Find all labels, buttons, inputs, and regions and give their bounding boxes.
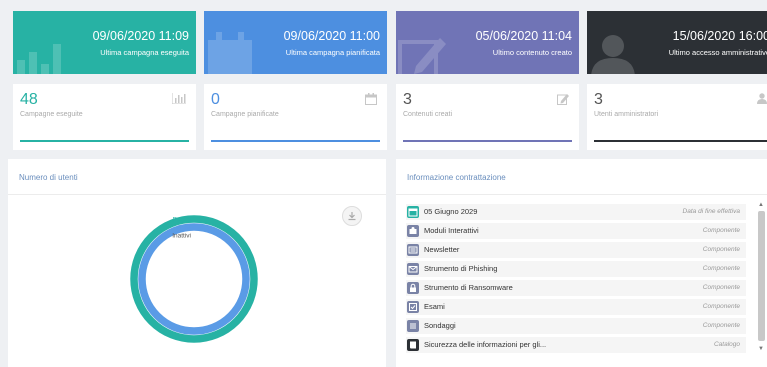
contract-item-type: Catalogo — [713, 341, 740, 348]
calendar-icon — [208, 32, 252, 74]
contract-info-row[interactable]: Strumento di Phishing Componente — [406, 261, 746, 277]
contract-item-type: Data di fine effettiva — [682, 208, 740, 215]
stat-underline — [403, 140, 572, 142]
calendar-icon — [365, 93, 377, 105]
users-donut-chart: PagatiAttiviInattivi — [130, 215, 258, 343]
hero-date: 09/06/2020 11:09 — [92, 29, 189, 43]
newspaper-icon — [407, 244, 419, 256]
hero-card-last-campaign-run: 09/06/2020 11:09 Ultima campagna eseguit… — [13, 11, 196, 74]
lock-icon — [407, 282, 419, 294]
contract-item-type: Componente — [702, 303, 740, 310]
panel-title: Informazione contrattazione — [407, 173, 506, 182]
donut-label: Pagati — [173, 217, 191, 224]
contract-item-type: Componente — [702, 227, 740, 234]
calendar-icon — [407, 206, 419, 218]
stat-label: Contenuti creati — [403, 111, 453, 118]
stat-underline — [20, 140, 189, 142]
contract-item-type: Componente — [702, 265, 740, 272]
scrollbar[interactable]: ▲ ▼ — [757, 201, 765, 356]
stat-value: 3 — [594, 91, 603, 108]
contract-item-name: Newsletter — [424, 245, 460, 254]
stat-value: 48 — [20, 91, 38, 108]
donut-ring-pagati[interactable] — [130, 215, 258, 343]
stat-card-campaigns-planned: 0 Campagne pianificate — [204, 84, 387, 150]
stat-label: Campagne eseguite — [20, 111, 83, 118]
edit-icon — [557, 94, 569, 105]
donut-label: Inattivi — [172, 233, 191, 240]
puzzle-icon — [407, 225, 419, 237]
donut-label: Attivi — [177, 225, 191, 232]
user-icon — [591, 35, 635, 74]
list-icon — [407, 320, 419, 332]
scroll-up-arrow-icon[interactable]: ▲ — [757, 201, 765, 209]
hero-label: Ultima campagna pianificata — [285, 48, 380, 57]
stat-card-admin-users: 3 Utenti amministratori — [587, 84, 767, 150]
hero-label: Ultima campagna eseguita — [100, 48, 189, 57]
stat-underline — [594, 140, 767, 142]
contract-info-row[interactable]: Newsletter Componente — [406, 242, 746, 258]
hero-card-last-content-created: 05/06/2020 11:04 Ultimo contenuto creato — [396, 11, 579, 74]
stat-card-campaigns-executed: 48 Campagne eseguite — [13, 84, 196, 150]
user-icon — [757, 93, 767, 104]
envelope-icon — [407, 263, 419, 275]
contract-item-name: Sicurezza delle informazioni per gli... — [424, 340, 547, 349]
contract-info-panel: Informazione contrattazione 05 Giugno 20… — [396, 159, 767, 367]
contract-info-row[interactable]: Moduli Interattivi Componente — [406, 223, 746, 239]
stat-underline — [211, 140, 380, 142]
contract-info-row[interactable]: Sicurezza delle informazioni per gli... C… — [406, 337, 746, 353]
contract-item-type: Componente — [702, 246, 740, 253]
contract-info-row[interactable]: 05 Giugno 2029 Data di fine effettiva — [406, 204, 746, 220]
contract-info-row[interactable]: Esami Componente — [406, 299, 746, 315]
bar-chart-icon — [172, 93, 186, 104]
stat-label: Campagne pianificate — [211, 111, 279, 118]
contract-info-row[interactable]: Strumento di Ransomware Componente — [406, 280, 746, 296]
contract-item-name: Moduli Interattivi — [424, 226, 479, 235]
contract-info-row[interactable]: Sondaggi Componente — [406, 318, 746, 334]
hero-date: 09/06/2020 11:00 — [283, 29, 380, 43]
donut-ring-attivi[interactable] — [138, 223, 250, 335]
hero-label: Ultimo contenuto creato — [492, 48, 572, 57]
contract-item-type: Componente — [702, 284, 740, 291]
hero-date: 05/06/2020 11:04 — [475, 29, 572, 43]
stat-label: Utenti amministratori — [594, 111, 659, 118]
contract-item-name: 05 Giugno 2029 — [424, 207, 478, 216]
pencil-icon — [398, 38, 446, 74]
contract-item-name: Strumento di Ransomware — [424, 283, 513, 292]
panel-divider — [396, 194, 767, 195]
hero-date: 15/06/2020 16:00 — [672, 29, 767, 43]
book-icon — [407, 339, 419, 351]
users-count-panel: Numero di utenti Pagati Attivi Inattivi — [8, 159, 386, 367]
stat-card-contents-created: 3 Contenuti creati — [396, 84, 579, 150]
contract-item-name: Esami — [424, 302, 445, 311]
checkbox-icon — [407, 301, 419, 313]
bar-chart-icon — [17, 44, 61, 74]
scroll-down-arrow-icon[interactable]: ▼ — [757, 345, 765, 353]
stat-value: 0 — [211, 91, 220, 108]
contract-item-name: Sondaggi — [424, 321, 456, 330]
scrollbar-thumb[interactable] — [758, 211, 765, 341]
stat-value: 3 — [403, 91, 412, 108]
hero-label: Ultimo accesso amministrativo — [668, 48, 767, 57]
hero-card-last-admin-access: 15/06/2020 16:00 Ultimo accesso amminist… — [587, 11, 767, 74]
hero-card-last-campaign-planned: 09/06/2020 11:00 Ultima campagna pianifi… — [204, 11, 387, 74]
contract-item-name: Strumento di Phishing — [424, 264, 498, 273]
contract-item-type: Componente — [702, 322, 740, 329]
